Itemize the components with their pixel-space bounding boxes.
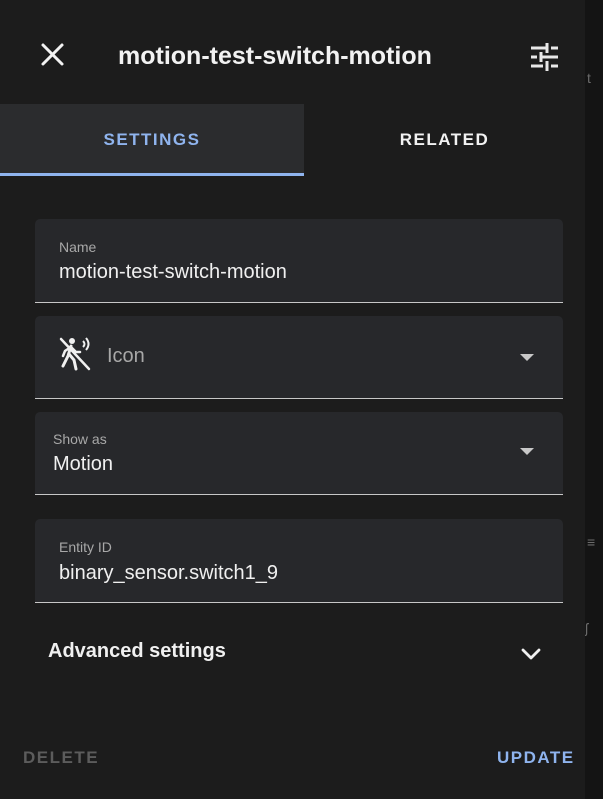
name-field[interactable]: Name motion-test-switch-motion — [35, 219, 563, 303]
show-as-label: Show as — [53, 431, 107, 447]
advanced-settings-expander[interactable]: Advanced settings — [35, 620, 563, 686]
background-glyph: ≡ — [587, 534, 596, 550]
name-field-value: motion-test-switch-motion — [59, 261, 287, 283]
update-button[interactable]: UPDATE — [497, 748, 575, 768]
tab-settings-label: SETTINGS — [103, 130, 201, 149]
icon-picker[interactable]: Icon — [35, 316, 563, 399]
show-as-value: Motion — [53, 453, 114, 475]
tune-icon — [531, 43, 558, 71]
background-glyph: ʃ — [585, 620, 589, 636]
dialog-header: motion-test-switch-motion — [0, 0, 585, 104]
tab-bar: SETTINGS RELATED — [0, 104, 585, 176]
name-field-label: Name — [59, 239, 97, 255]
page: t ≡ ʃ motion-test-switch-motion SETTINGS… — [0, 0, 603, 799]
chevron-down-icon — [520, 354, 534, 361]
background-glyph: t — [587, 70, 591, 86]
icon-picker-placeholder: Icon — [107, 345, 145, 367]
tab-related[interactable]: RELATED — [304, 104, 585, 176]
show-as-select[interactable]: Show as Motion — [35, 412, 563, 495]
dialog-title: motion-test-switch-motion — [118, 42, 432, 70]
chevron-down-icon — [521, 648, 541, 660]
tab-related-label: RELATED — [399, 130, 490, 149]
delete-button[interactable]: DELETE — [23, 748, 99, 768]
entity-id-value: binary_sensor.switch1_9 — [59, 562, 279, 584]
entity-settings-button[interactable] — [527, 40, 561, 74]
close-button[interactable] — [38, 40, 68, 70]
chevron-down-icon — [520, 448, 534, 455]
entity-id-field[interactable]: Entity ID binary_sensor.switch1_9 — [35, 519, 563, 603]
background-page: t ≡ ʃ — [585, 0, 603, 799]
active-tab-indicator — [0, 173, 304, 176]
entity-id-label: Entity ID — [59, 539, 112, 555]
close-icon — [41, 43, 64, 66]
advanced-settings-label: Advanced settings — [48, 640, 226, 662]
motion-sensor-icon — [59, 336, 95, 372]
entity-settings-dialog: motion-test-switch-motion SETTINGS RELAT… — [0, 0, 585, 799]
tab-settings[interactable]: SETTINGS — [0, 104, 304, 176]
